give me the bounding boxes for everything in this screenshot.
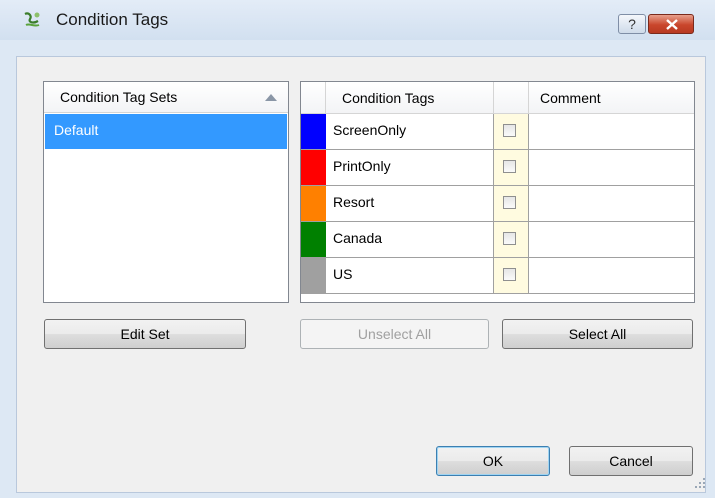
tag-set-item-default[interactable]: Default	[45, 114, 287, 149]
tag-name: PrintOnly	[333, 158, 391, 174]
tag-checkbox[interactable]	[503, 124, 516, 137]
tags-column-label: Condition Tags	[342, 90, 435, 106]
tag-name-cell[interactable]: ScreenOnly	[326, 114, 494, 149]
close-icon	[666, 19, 678, 30]
tag-sets-header-label: Condition Tag Sets	[60, 89, 178, 105]
check-column-header[interactable]	[494, 82, 529, 113]
tag-comment-cell[interactable]	[529, 186, 694, 221]
tag-checkbox[interactable]	[503, 232, 516, 245]
ok-button[interactable]: OK	[436, 446, 550, 476]
tags-column-header[interactable]: Condition Tags	[326, 82, 494, 113]
tag-comment-cell[interactable]	[529, 258, 694, 293]
tag-name: ScreenOnly	[333, 122, 407, 138]
condition-tags-dialog: Condition Tags ? Condition Tag Sets Defa…	[0, 0, 715, 498]
tag-comment-cell[interactable]	[529, 222, 694, 257]
title-bar[interactable]: Condition Tags ?	[0, 0, 715, 40]
tag-row[interactable]: Canada	[301, 222, 694, 258]
tag-checkbox[interactable]	[503, 160, 516, 173]
tag-name-cell[interactable]: Resort	[326, 186, 494, 221]
tag-checkbox[interactable]	[503, 196, 516, 209]
cancel-button[interactable]: Cancel	[569, 446, 693, 476]
comment-column-label: Comment	[540, 90, 601, 106]
tag-color-swatch[interactable]	[301, 114, 326, 149]
tag-set-item-label: Default	[54, 122, 99, 138]
tag-check-cell[interactable]	[494, 258, 529, 293]
help-button[interactable]: ?	[618, 14, 646, 34]
tag-name-cell[interactable]: PrintOnly	[326, 150, 494, 185]
tag-name: Canada	[333, 230, 383, 246]
sort-ascending-icon	[265, 94, 277, 101]
tag-check-cell[interactable]	[494, 150, 529, 185]
tag-check-cell[interactable]	[494, 222, 529, 257]
tag-row[interactable]: ScreenOnly	[301, 114, 694, 150]
grid-header: Condition Tags Comment	[301, 82, 694, 114]
condition-tag-sets-list[interactable]: Condition Tag Sets Default	[43, 81, 289, 303]
condition-tags-grid: Condition Tags Comment ScreenOnly PrintO…	[300, 81, 695, 303]
window-frame	[0, 40, 16, 498]
tag-sets-column-header[interactable]: Condition Tag Sets	[44, 82, 288, 113]
tag-comment-cell[interactable]	[529, 150, 694, 185]
tag-name: US	[333, 266, 353, 282]
tag-check-cell[interactable]	[494, 114, 529, 149]
tag-row[interactable]: PrintOnly	[301, 150, 694, 186]
tag-name-cell[interactable]: Canada	[326, 222, 494, 257]
window-title: Condition Tags	[56, 10, 169, 29]
help-question-icon: ?	[628, 16, 636, 32]
tag-name-cell[interactable]: US	[326, 258, 494, 293]
tag-color-swatch[interactable]	[301, 258, 326, 293]
condition-tags-app-icon	[22, 10, 42, 30]
tag-name: Resort	[333, 194, 375, 210]
tag-row[interactable]: Resort	[301, 186, 694, 222]
tag-comment-cell[interactable]	[529, 114, 694, 149]
unselect-all-button[interactable]: Unselect All	[300, 319, 489, 349]
tag-color-swatch[interactable]	[301, 150, 326, 185]
edit-set-button[interactable]: Edit Set	[44, 319, 246, 349]
tag-color-swatch[interactable]	[301, 222, 326, 257]
tag-check-cell[interactable]	[494, 186, 529, 221]
tag-checkbox[interactable]	[503, 268, 516, 281]
color-column-header[interactable]	[301, 82, 326, 113]
resize-grip-icon[interactable]	[693, 476, 707, 490]
tag-color-swatch[interactable]	[301, 186, 326, 221]
select-all-button[interactable]: Select All	[502, 319, 693, 349]
tag-row[interactable]: US	[301, 258, 694, 294]
close-button[interactable]	[648, 14, 694, 34]
comment-column-header[interactable]: Comment	[529, 82, 694, 113]
